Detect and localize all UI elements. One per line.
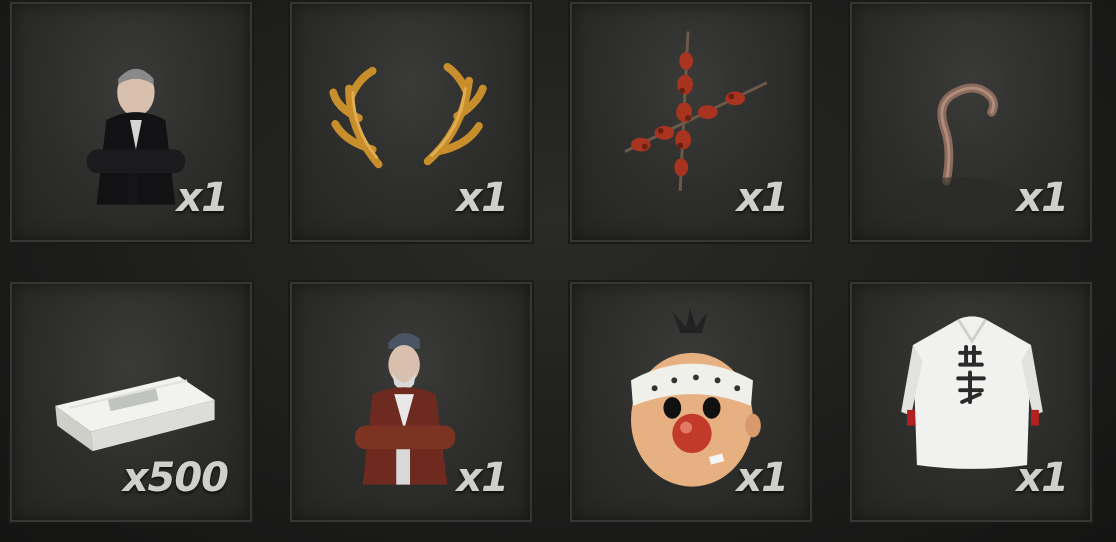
reward-slot-white-robe[interactable]: x1 — [848, 280, 1094, 524]
reward-slot-costume-black[interactable]: x1 — [8, 0, 254, 244]
item-quantity: x1 — [736, 175, 789, 221]
reward-panel: x1 x1 x1 x1 x500 x1 x1 x1 — [0, 0, 1116, 542]
reward-slot-cash[interactable]: x500 — [8, 280, 254, 524]
reward-slot-skewers[interactable]: x1 — [568, 0, 814, 244]
reward-slot-clown-mask[interactable]: x1 — [568, 280, 814, 524]
item-quantity: x500 — [122, 455, 229, 501]
reward-slot-costume-red[interactable]: x1 — [288, 280, 534, 524]
item-quantity: x1 — [456, 175, 509, 221]
reward-slot-antlers[interactable]: x1 — [288, 0, 534, 244]
item-quantity: x1 — [176, 175, 229, 221]
item-quantity: x1 — [1016, 455, 1069, 501]
item-quantity: x1 — [456, 455, 509, 501]
item-quantity: x1 — [1016, 175, 1069, 221]
item-quantity: x1 — [736, 455, 789, 501]
reward-slot-tail[interactable]: x1 — [848, 0, 1094, 244]
